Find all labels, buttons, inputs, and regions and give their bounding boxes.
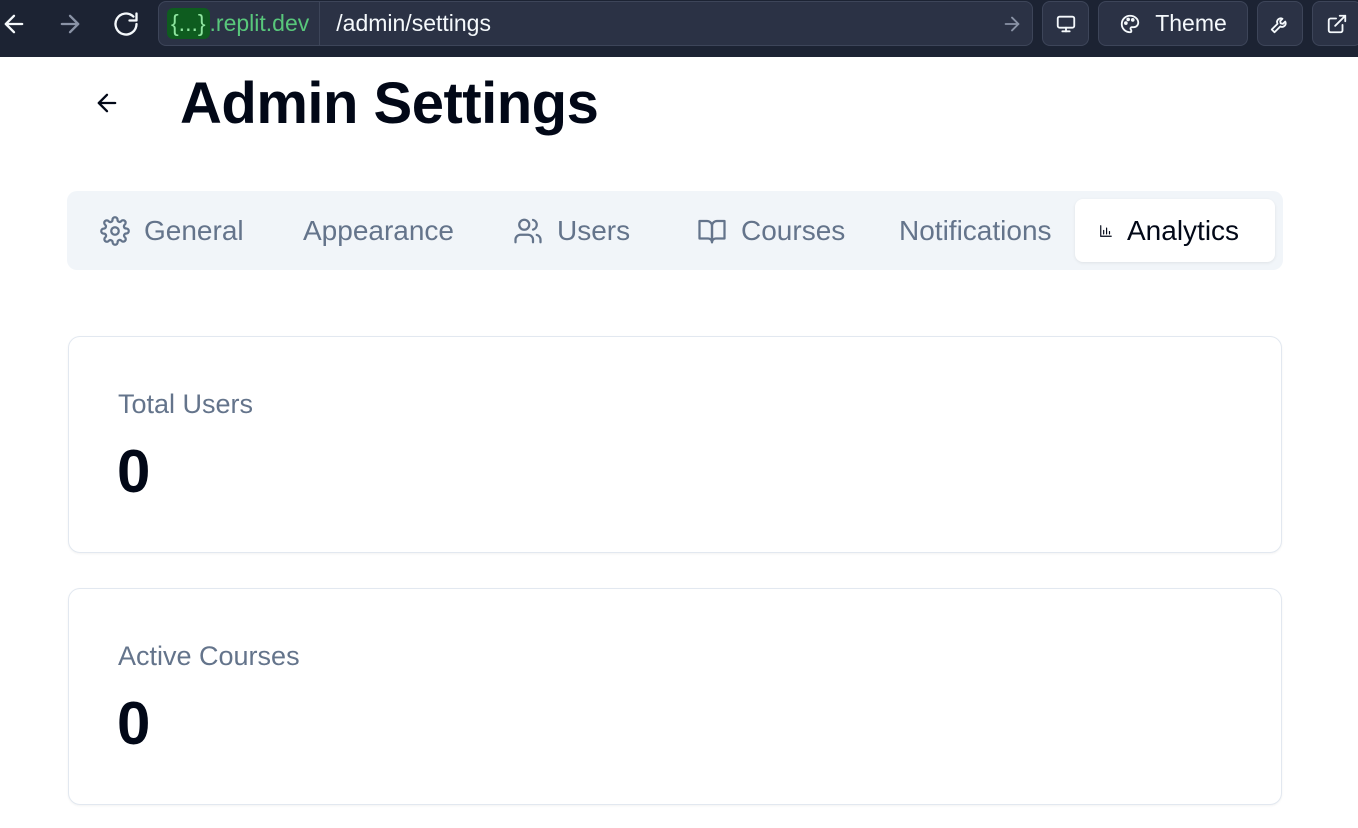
device-preview-button[interactable] <box>1042 1 1089 46</box>
address-bar[interactable]: {...} .replit.dev /admin/settings <box>158 1 1033 46</box>
url-go-button[interactable] <box>992 13 1032 35</box>
stat-card-total-users: Total Users 0 <box>68 336 1282 553</box>
domain-badge: {...} <box>167 8 210 39</box>
tab-courses[interactable]: Courses <box>697 199 845 262</box>
browser-forward-button[interactable] <box>50 6 90 42</box>
browser-back-button[interactable] <box>0 6 34 42</box>
arrow-left-icon <box>97 93 117 113</box>
stat-value: 0 <box>117 438 151 505</box>
tab-label: General <box>144 214 244 246</box>
tab-label: Courses <box>741 214 846 246</box>
gear-icon <box>100 215 130 246</box>
book-open-icon <box>698 219 726 243</box>
tab-analytics[interactable]: Analytics <box>1075 199 1275 262</box>
tab-general[interactable]: General <box>100 199 244 262</box>
wrench-icon <box>1270 16 1287 33</box>
devtools-button[interactable] <box>1257 1 1303 46</box>
browser-toolbar: {...} .replit.dev /admin/settings Theme <box>0 0 1358 57</box>
monitor-icon <box>1056 15 1075 32</box>
tab-label: Users <box>557 214 631 246</box>
tab-label: Notifications <box>899 214 1052 246</box>
browser-reload-button[interactable] <box>106 6 146 42</box>
theme-label: Theme <box>1155 10 1227 36</box>
theme-button[interactable]: Theme <box>1098 1 1248 46</box>
stat-card-active-courses: Active Courses 0 <box>68 588 1282 805</box>
external-link-icon <box>1327 14 1347 33</box>
settings-tabs: General Appearance Users Courses Notific… <box>67 191 1283 270</box>
tab-label: Appearance <box>303 214 455 246</box>
arrow-right-icon <box>60 14 80 34</box>
tab-notifications[interactable]: Notifications <box>899 199 1052 262</box>
palette-icon <box>1121 14 1140 33</box>
stat-label: Active Courses <box>118 641 300 671</box>
users-icon <box>514 218 542 243</box>
stat-label: Total Users <box>118 389 254 419</box>
page-title: Admin Settings <box>180 71 599 136</box>
arrow-left-icon <box>4 14 24 34</box>
url-path[interactable]: /admin/settings <box>320 10 992 37</box>
bar-chart-icon <box>1100 224 1112 237</box>
url-domain: {...} .replit.dev <box>159 2 321 45</box>
arrow-right-icon <box>1004 16 1020 31</box>
tab-users[interactable]: Users <box>513 199 630 262</box>
reload-icon <box>114 12 138 36</box>
open-new-tab-button[interactable] <box>1312 1 1358 46</box>
domain-suffix: .replit.dev <box>209 10 310 36</box>
back-button[interactable] <box>86 82 128 124</box>
stat-value: 0 <box>117 690 151 757</box>
tab-label: Analytics <box>1127 214 1240 246</box>
tab-appearance[interactable]: Appearance <box>303 199 454 262</box>
